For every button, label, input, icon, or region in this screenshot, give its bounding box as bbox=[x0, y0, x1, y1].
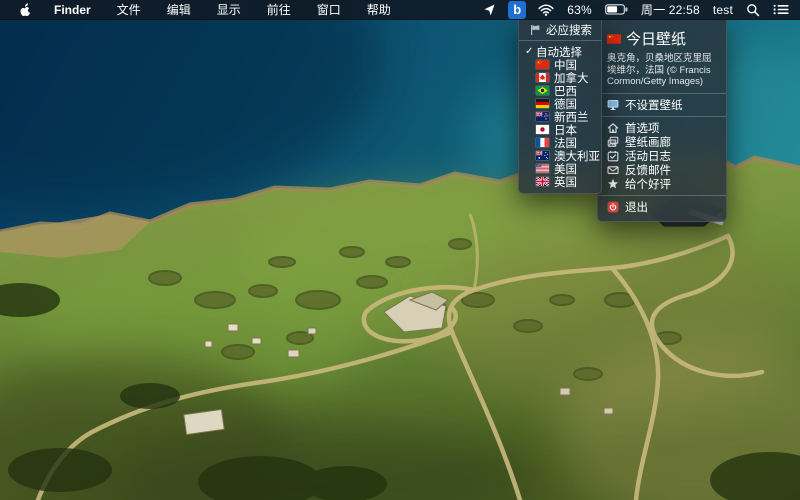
apple-logo-icon bbox=[20, 3, 31, 17]
today-wallpaper-header: 今日壁纸 bbox=[598, 25, 726, 51]
checkmark-icon: ✓ bbox=[525, 46, 534, 57]
menu-item-label: 必应搜索 bbox=[546, 24, 592, 37]
bing-search-country-submenu: 必应搜索 ✓ 自动选择 中国 加拿大 巴西 德国 新西兰 日本 法国 澳大利亚 … bbox=[518, 20, 602, 194]
flag-china-icon bbox=[607, 34, 621, 44]
bing-wallpaper-menu: 今日壁纸 奥克角，贝桑地区克里屈埃维尔，法国 (© Francis Cormon… bbox=[597, 20, 727, 222]
apple-menu[interactable] bbox=[10, 0, 41, 20]
search-icon bbox=[747, 3, 760, 16]
star-icon bbox=[608, 178, 618, 188]
flag-germany-icon bbox=[536, 99, 549, 108]
wifi-menu-extra[interactable] bbox=[535, 0, 557, 20]
desktop: Finder 文件 编辑 显示 前往 窗口 帮助 b 63% 周一 22:58 … bbox=[0, 0, 800, 500]
menu-item-label: 给个好评 bbox=[625, 178, 671, 191]
today-wallpaper-title: 今日壁纸 bbox=[626, 31, 687, 48]
menu-item-quit[interactable]: 退出 bbox=[598, 200, 726, 214]
menubar-menu-view[interactable]: 显示 bbox=[204, 0, 254, 20]
flag-united-kingdom-icon bbox=[536, 177, 549, 186]
clock-menu-extra[interactable]: 周一 22:58 bbox=[638, 0, 703, 20]
spotlight-menu-extra[interactable] bbox=[743, 0, 763, 20]
menu-separator bbox=[598, 92, 726, 94]
menubar-menu-help[interactable]: 帮助 bbox=[354, 0, 404, 20]
wifi-icon bbox=[538, 3, 554, 16]
user-menu-extra[interactable]: test bbox=[710, 0, 736, 20]
notification-center-menu-extra[interactable] bbox=[770, 0, 792, 20]
bing-wallpaper-menu-extra-active[interactable]: b bbox=[508, 0, 527, 19]
list-icon bbox=[773, 4, 789, 15]
menu-separator bbox=[598, 115, 726, 117]
menu-item-dont-set-wallpaper[interactable]: 不设置壁纸 bbox=[598, 98, 726, 112]
menubar-menu-file[interactable]: 文件 bbox=[104, 0, 154, 20]
flag-australia-icon bbox=[536, 151, 549, 160]
menubar-menu-edit[interactable]: 编辑 bbox=[154, 0, 204, 20]
flag-japan-icon bbox=[536, 125, 549, 134]
menubar-app-name[interactable]: Finder bbox=[41, 0, 104, 20]
flag-united-states-icon bbox=[536, 164, 549, 173]
location-services-menu-extra[interactable] bbox=[480, 0, 499, 20]
menu-bar: Finder 文件 编辑 显示 前往 窗口 帮助 b 63% 周一 22:58 … bbox=[0, 0, 800, 20]
battery-menu-extra[interactable] bbox=[602, 0, 631, 20]
flag-brazil-icon bbox=[536, 86, 549, 95]
menubar-menu-window[interactable]: 窗口 bbox=[304, 0, 354, 20]
home-icon bbox=[607, 122, 619, 133]
menu-separator bbox=[519, 40, 601, 41]
menu-item-country-united-kingdom[interactable]: 英国 bbox=[519, 175, 601, 189]
flag-new-zealand-icon bbox=[536, 112, 549, 121]
menu-item-wallpaper-gallery[interactable]: 壁纸画廊 bbox=[598, 135, 726, 149]
menu-item-rate-app[interactable]: 给个好评 bbox=[598, 177, 726, 191]
calendar-check-icon bbox=[607, 150, 619, 161]
menu-item-feedback-mail[interactable]: 反馈邮件 bbox=[598, 163, 726, 177]
menu-separator bbox=[598, 194, 726, 196]
bing-b-icon: b bbox=[513, 2, 522, 17]
power-quit-icon bbox=[607, 201, 619, 212]
banner-flag-icon bbox=[530, 24, 540, 35]
menu-item-label: 不设置壁纸 bbox=[625, 99, 683, 112]
battery-icon bbox=[605, 4, 628, 15]
mail-icon bbox=[607, 165, 619, 174]
battery-percent-label[interactable]: 63% bbox=[564, 0, 595, 20]
menubar-menu-go[interactable]: 前往 bbox=[254, 0, 304, 20]
flag-canada-icon bbox=[536, 73, 549, 82]
flag-china-icon bbox=[536, 60, 549, 69]
wallpaper-description: 奥克角，贝桑地区克里屈埃维尔，法国 (© Francis Cormon/Gett… bbox=[607, 53, 712, 87]
location-arrow-icon bbox=[484, 4, 495, 16]
menu-item-label: 退出 bbox=[625, 201, 648, 214]
menu-item-label: 英国 bbox=[554, 176, 577, 189]
gallery-icon bbox=[607, 136, 619, 147]
menu-item-preferences[interactable]: 首选项 bbox=[598, 121, 726, 135]
menu-item-bing-search[interactable]: 必应搜索 bbox=[519, 23, 601, 37]
display-icon bbox=[607, 99, 619, 110]
flag-france-icon bbox=[536, 138, 549, 147]
menu-item-activity-log[interactable]: 活动日志 bbox=[598, 149, 726, 163]
